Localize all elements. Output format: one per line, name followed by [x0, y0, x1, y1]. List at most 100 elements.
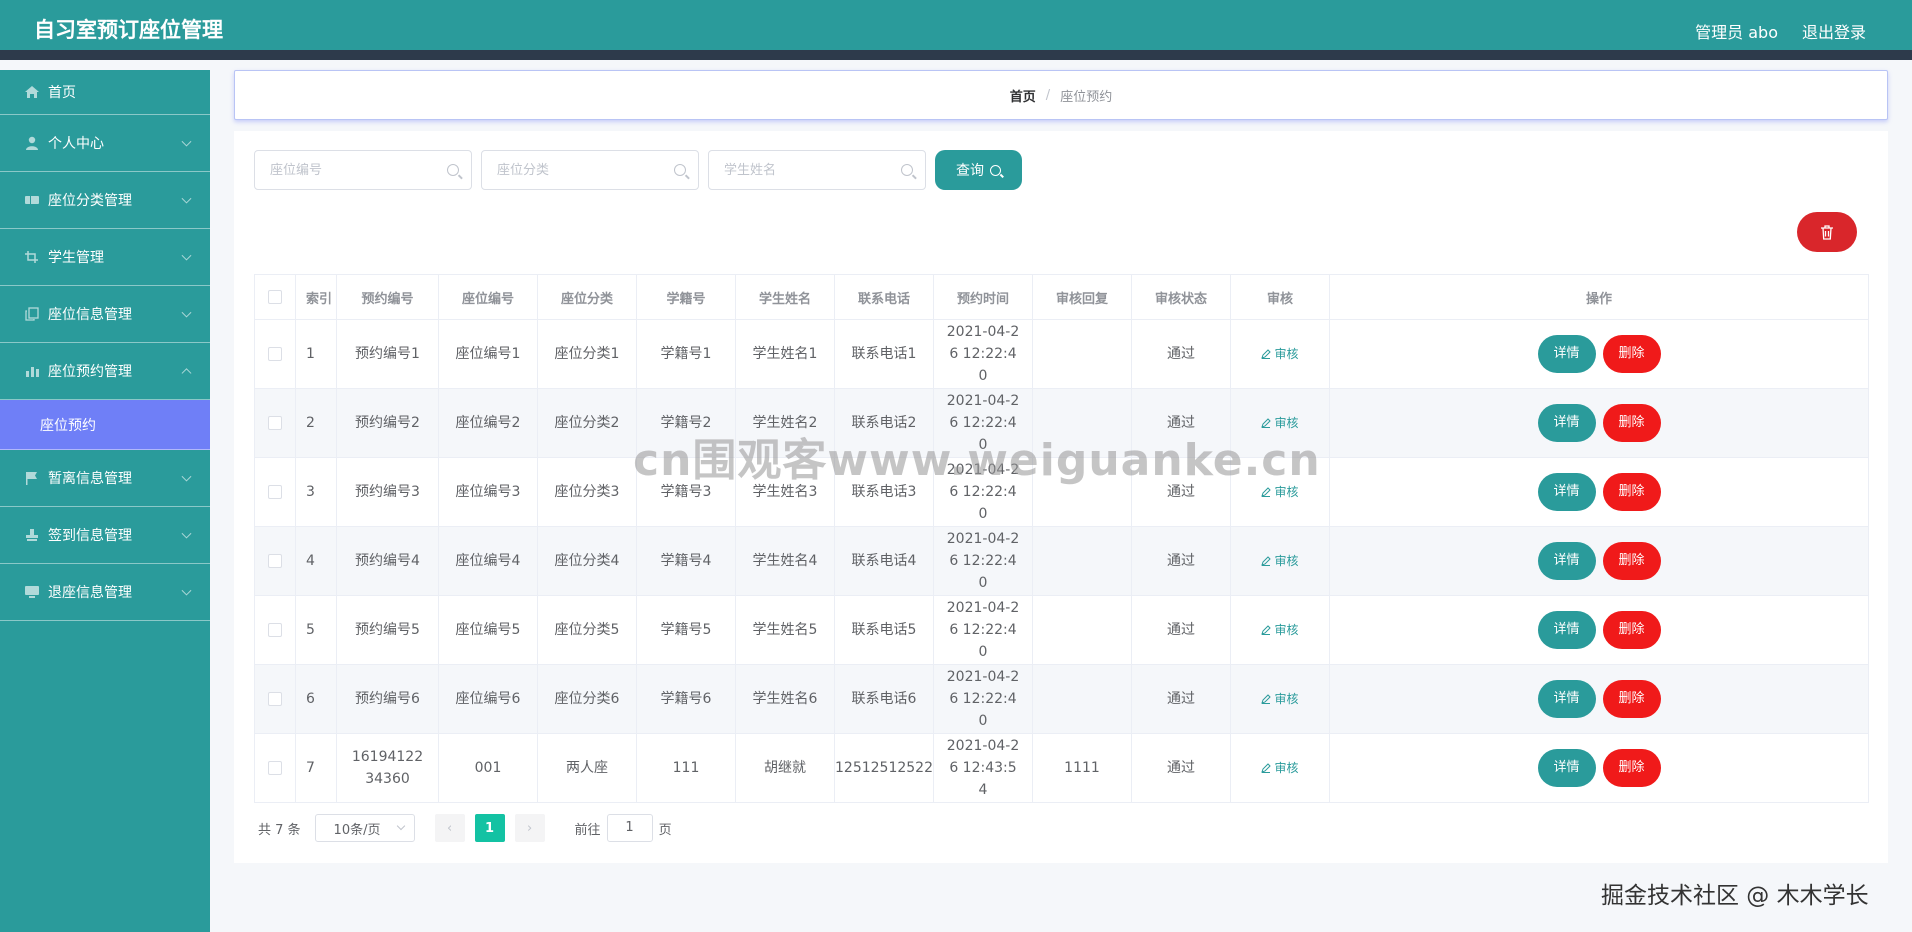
delete-button[interactable]: 删除 [1602, 473, 1661, 511]
table-row: 7 1619412234360 001 两人座 111 胡继就 12512512522 202… [254, 733, 1869, 803]
edit-icon [1261, 624, 1272, 635]
select-all-checkbox[interactable] [268, 290, 282, 304]
seat-no-input[interactable] [255, 151, 435, 189]
seat-type-search[interactable] [481, 150, 699, 190]
detail-button[interactable]: 详情 [1537, 404, 1596, 442]
query-button[interactable]: 查询 [935, 150, 1022, 190]
student-name-input[interactable] [709, 151, 889, 189]
column-header: 索引 [295, 274, 337, 320]
goto-page-input[interactable]: 1 [606, 814, 653, 842]
column-header: 预约时间 [933, 274, 1033, 320]
cell-actions: 详情 删除 [1329, 319, 1869, 389]
seat-no-search[interactable] [254, 150, 472, 190]
delete-button[interactable]: 删除 [1602, 335, 1661, 373]
edit-icon [1261, 693, 1272, 704]
row-select-cell [254, 664, 296, 734]
cell-seat-no: 座位编号5 [438, 595, 538, 665]
column-header: 联系电话 [834, 274, 934, 320]
sidebar-item-checkin-info[interactable]: 签到信息管理 [0, 507, 210, 564]
cell-seat-type: 两人座 [537, 733, 637, 803]
row-checkbox[interactable] [268, 623, 282, 637]
delete-button[interactable]: 删除 [1602, 542, 1661, 580]
user-icon [26, 136, 38, 150]
search-icon [990, 164, 1001, 176]
logout-link[interactable]: 退出登录 [1802, 19, 1866, 43]
detail-button[interactable]: 详情 [1537, 542, 1596, 580]
sidebar-item-personal-center[interactable]: 个人中心 [0, 115, 210, 172]
watermark-center: cn围观客www.weiguanke.cn [633, 435, 1321, 486]
edit-icon [1261, 555, 1272, 566]
detail-button[interactable]: 详情 [1537, 680, 1596, 718]
cell-actions: 详情 删除 [1329, 664, 1869, 734]
watermark-corner: 掘金技术社区 @ 木木学长 [1601, 883, 1869, 909]
table-row: 5 预约编号5 座位编号5 座位分类5 学籍号5 学生姓名5 联系电话5 2021-04-26… [254, 595, 1869, 665]
sidebar-subitem-seat-reservation[interactable]: 座位预约 [0, 400, 210, 450]
sidebar-item-checkout-info[interactable]: 退座信息管理 [0, 564, 210, 621]
audit-button[interactable]: 审核 [1261, 688, 1299, 710]
cell-phone: 联系电话1 [834, 319, 934, 389]
row-checkbox[interactable] [268, 485, 282, 499]
audit-label: 审核 [1274, 622, 1299, 637]
sidebar: 首页 个人中心 座位分类管理 学生管理 座位信息管理 座位预约管理 座位预约 暂… [0, 70, 210, 932]
cell-seat-type: 座位分类4 [537, 526, 637, 596]
page-number-1[interactable]: 1 [474, 814, 505, 842]
student-name-search[interactable] [708, 150, 926, 190]
trash-icon [1821, 224, 1833, 240]
detail-button[interactable]: 详情 [1537, 473, 1596, 511]
sidebar-item-seat-category[interactable]: 座位分类管理 [0, 172, 210, 229]
breadcrumb-home[interactable]: 首页 [1010, 86, 1036, 105]
next-page-button[interactable]: › [514, 814, 545, 842]
delete-button[interactable]: 删除 [1602, 404, 1661, 442]
column-header: 审核状态 [1131, 274, 1231, 320]
search-icon [447, 164, 459, 176]
row-select-cell [254, 733, 296, 803]
bulk-delete-button[interactable] [1797, 212, 1857, 252]
cell-student-name: 学生姓名5 [735, 595, 835, 665]
sidebar-item-leave-info[interactable]: 暂离信息管理 [0, 450, 210, 507]
sidebar-item-seat-reservation[interactable]: 座位预约管理 [0, 343, 210, 400]
delete-button[interactable]: 删除 [1602, 749, 1661, 787]
page-size-select[interactable]: 10条/页 [314, 814, 415, 842]
sidebar-item-home[interactable]: 首页 [0, 70, 210, 115]
audit-button[interactable]: 审核 [1261, 757, 1299, 779]
audit-button[interactable]: 审核 [1261, 619, 1299, 641]
delete-button[interactable]: 删除 [1602, 680, 1661, 718]
row-checkbox[interactable] [268, 692, 282, 706]
cell-phone: 12512512522 [834, 733, 934, 803]
cell-audit: 审核 [1230, 664, 1330, 734]
sidebar-item-seat-info[interactable]: 座位信息管理 [0, 286, 210, 343]
row-select-cell [254, 388, 296, 458]
seat-type-input[interactable] [482, 151, 662, 189]
chevron-down-icon [181, 136, 192, 147]
chevron-down-icon [181, 585, 192, 596]
detail-button[interactable]: 详情 [1537, 749, 1596, 787]
cell-status: 通过 [1131, 733, 1231, 803]
cell-index: 2 [295, 388, 337, 458]
sidebar-item-label: 座位预约管理 [48, 364, 132, 380]
audit-button[interactable]: 审核 [1261, 550, 1299, 572]
column-header: 学籍号 [636, 274, 736, 320]
detail-button[interactable]: 详情 [1537, 611, 1596, 649]
cell-time: 2021-04-26 12:22:40 [933, 595, 1033, 665]
column-header: 座位分类 [537, 274, 637, 320]
cell-actions: 详情 删除 [1329, 526, 1869, 596]
current-user: 管理员 abo [1695, 23, 1778, 42]
goto-prefix: 前往 [574, 822, 601, 838]
row-checkbox[interactable] [268, 761, 282, 775]
cell-reservation-no: 预约编号3 [336, 457, 439, 527]
cell-seat-type: 座位分类6 [537, 664, 637, 734]
detail-button[interactable]: 详情 [1537, 335, 1596, 373]
edit-icon [1261, 348, 1272, 359]
prev-page-button[interactable]: ‹ [434, 814, 465, 842]
delete-button[interactable]: 删除 [1602, 611, 1661, 649]
goto-suffix: 页 [658, 822, 672, 838]
row-checkbox[interactable] [268, 416, 282, 430]
row-checkbox[interactable] [268, 347, 282, 361]
column-header: 座位编号 [438, 274, 538, 320]
audit-button[interactable]: 审核 [1261, 343, 1299, 365]
audit-label: 审核 [1274, 553, 1299, 568]
row-checkbox[interactable] [268, 554, 282, 568]
cell-student-name: 学生姓名6 [735, 664, 835, 734]
sidebar-item-student[interactable]: 学生管理 [0, 229, 210, 286]
page-size-value: 10条/页 [333, 822, 381, 838]
